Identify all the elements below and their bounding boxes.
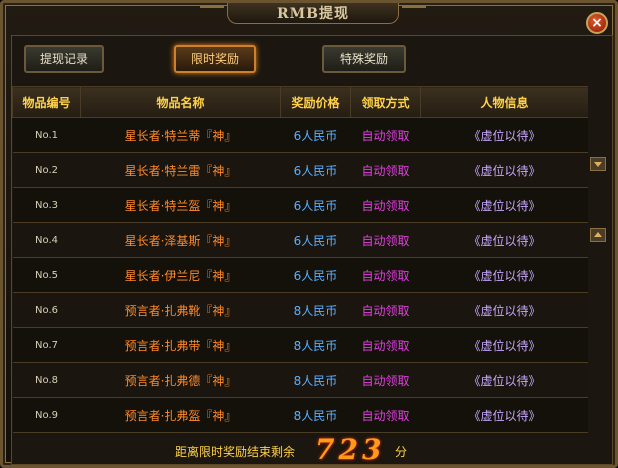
character-info-cell: 《虚位以待》 xyxy=(420,397,588,433)
character-info-cell: 《虚位以待》 xyxy=(420,362,588,398)
character-info-cell: 《虚位以待》 xyxy=(420,222,588,258)
item-number-cell: No.8 xyxy=(12,362,81,398)
reward-price-cell: 6人民币 xyxy=(280,222,351,258)
character-info-cell: 《虚位以待》 xyxy=(420,152,588,188)
window-frame: RMB提现 × 提现记录 限时奖励 特殊奖励 物品编号 物品名称 奖励价格 领取… xyxy=(0,0,618,468)
item-name-cell: 预言者·扎弗盔『神』 xyxy=(80,397,281,433)
claim-method-cell[interactable]: 自动领取 xyxy=(350,257,421,293)
table-row: No.7 预言者·扎弗带『神』 8人民币 自动领取 《虚位以待》 xyxy=(12,327,588,363)
table-row: No.5 星长者·伊兰尼『神』 6人民币 自动领取 《虚位以待》 xyxy=(12,257,588,293)
column-header: 奖励价格 xyxy=(280,86,351,118)
reward-price-cell: 8人民币 xyxy=(280,362,351,398)
item-number-cell: No.7 xyxy=(12,327,81,363)
item-name-cell: 星长者·特兰蒂『神』 xyxy=(80,117,281,153)
countdown-unit: 分 xyxy=(395,445,408,459)
item-number-cell: No.2 xyxy=(12,152,81,188)
claim-method-cell[interactable]: 自动领取 xyxy=(350,327,421,363)
character-info-cell: 《虚位以待》 xyxy=(420,117,588,153)
title-plate: RMB提现 xyxy=(200,3,426,24)
item-number-cell: No.4 xyxy=(12,222,81,258)
table-row: No.3 星长者·特兰盔『神』 6人民币 自动领取 《虚位以待》 xyxy=(12,187,588,223)
table-row: No.1 星长者·特兰蒂『神』 6人民币 自动领取 《虚位以待》 xyxy=(12,117,588,153)
tab-label: 提现记录 xyxy=(39,52,88,66)
table-row: No.9 预言者·扎弗盔『神』 8人民币 自动领取 《虚位以待》 xyxy=(12,397,588,433)
claim-method-cell[interactable]: 自动领取 xyxy=(350,152,421,188)
countdown-label: 距离限时奖励结束剩余 xyxy=(175,445,296,459)
scroll-down-button[interactable] xyxy=(590,157,606,171)
tab-limited-reward[interactable]: 限时奖励 xyxy=(174,45,256,73)
scroll-up-button[interactable] xyxy=(590,228,606,242)
character-info-cell: 《虚位以待》 xyxy=(420,292,588,328)
item-number-cell: No.6 xyxy=(12,292,81,328)
reward-price-cell: 6人民币 xyxy=(280,152,351,188)
window-title: RMB提现 xyxy=(277,6,349,22)
item-name-cell: 预言者·扎弗带『神』 xyxy=(80,327,281,363)
table-row: No.2 星长者·特兰雷『神』 6人民币 自动领取 《虚位以待》 xyxy=(12,152,588,188)
reward-price-cell: 6人民币 xyxy=(280,117,351,153)
character-info-cell: 《虚位以待》 xyxy=(420,187,588,223)
tab-label: 特殊奖励 xyxy=(339,52,388,66)
item-name-cell: 星长者·特兰盔『神』 xyxy=(80,187,281,223)
item-number-cell: No.1 xyxy=(12,117,81,153)
item-number-cell: No.3 xyxy=(12,187,81,223)
close-icon: × xyxy=(591,15,603,31)
column-header: 人物信息 xyxy=(420,86,588,118)
character-info-cell: 《虚位以待》 xyxy=(420,327,588,363)
claim-method-cell[interactable]: 自动领取 xyxy=(350,292,421,328)
close-button[interactable]: × xyxy=(586,12,608,34)
reward-price-cell: 6人民币 xyxy=(280,257,351,293)
column-header: 物品名称 xyxy=(80,86,281,118)
claim-method-cell[interactable]: 自动领取 xyxy=(350,362,421,398)
reward-price-cell: 8人民币 xyxy=(280,292,351,328)
item-number-cell: No.5 xyxy=(12,257,81,293)
item-name-cell: 预言者·扎弗德『神』 xyxy=(80,362,281,398)
item-name-cell: 星长者·泽基斯『神』 xyxy=(80,222,281,258)
tab-label: 限时奖励 xyxy=(190,52,239,66)
claim-method-cell[interactable]: 自动领取 xyxy=(350,187,421,223)
table-header-row: 物品编号 物品名称 奖励价格 领取方式 人物信息 xyxy=(12,86,588,118)
reward-price-cell: 6人民币 xyxy=(280,187,351,223)
countdown-value: 723 xyxy=(315,433,386,466)
item-name-cell: 预言者·扎弗靴『神』 xyxy=(80,292,281,328)
column-header: 领取方式 xyxy=(350,86,421,118)
claim-method-cell[interactable]: 自动领取 xyxy=(350,397,421,433)
table-row: No.6 预言者·扎弗靴『神』 8人民币 自动领取 《虚位以待》 xyxy=(12,292,588,328)
reward-price-cell: 8人民币 xyxy=(280,397,351,433)
item-name-cell: 星长者·特兰雷『神』 xyxy=(80,152,281,188)
item-name-cell: 星长者·伊兰尼『神』 xyxy=(80,257,281,293)
table-row: No.8 预言者·扎弗德『神』 8人民币 自动领取 《虚位以待》 xyxy=(12,362,588,398)
tab-special-reward[interactable]: 特殊奖励 xyxy=(322,45,406,73)
tab-withdraw-records[interactable]: 提现记录 xyxy=(24,45,104,73)
reward-table: 物品编号 物品名称 奖励价格 领取方式 人物信息 No.1 星长者·特兰蒂『神』 6… xyxy=(12,86,588,438)
reward-price-cell: 8人民币 xyxy=(280,327,351,363)
character-info-cell: 《虚位以待》 xyxy=(420,257,588,293)
item-number-cell: No.9 xyxy=(12,397,81,433)
column-header: 物品编号 xyxy=(12,86,81,118)
countdown-footer: 距离限时奖励结束剩余 723 分 xyxy=(3,433,618,466)
claim-method-cell[interactable]: 自动领取 xyxy=(350,222,421,258)
table-row: No.4 星长者·泽基斯『神』 6人民币 自动领取 《虚位以待》 xyxy=(12,222,588,258)
claim-method-cell[interactable]: 自动领取 xyxy=(350,117,421,153)
